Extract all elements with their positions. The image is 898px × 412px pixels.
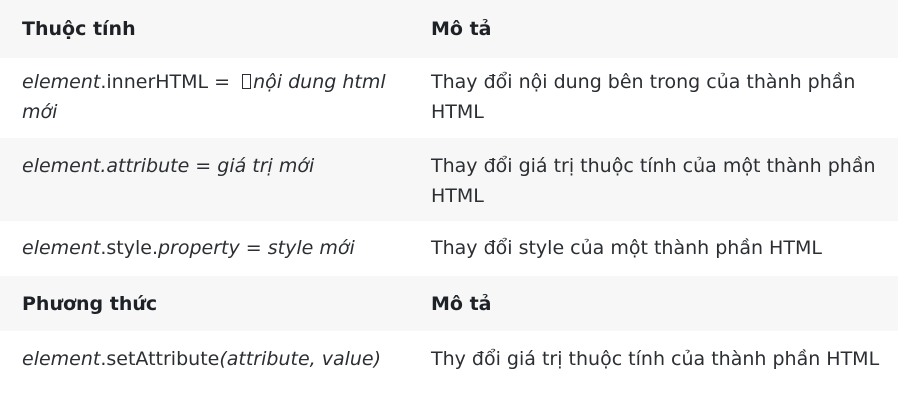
description-cell: Thy đổi giá trị thuộc tính của thành phầ… [431, 348, 880, 370]
header-description: Mô tả [431, 18, 492, 40]
property-value: nội dung html [253, 71, 386, 93]
description-cell: Thay đổi style của một thành phần HTML [431, 237, 822, 259]
header-property: Thuộc tính [22, 18, 136, 40]
header-description: Mô tả [431, 293, 492, 315]
table-header-row: Thuộc tính Mô tả [0, 0, 898, 58]
missing-glyph-icon [242, 74, 252, 89]
description-line: HTML [431, 101, 484, 123]
description-line: Thay đổi nội dung bên trong của thành ph… [431, 71, 856, 93]
table-header-row: Phương thức Mô tả [0, 276, 898, 331]
method-name: .setAttribute [100, 348, 220, 370]
method-cell: element.setAttribute(attribute, value) [22, 344, 402, 374]
description-line: HTML [431, 185, 484, 207]
table-row: element.attribute = giá trị mới Thay đổi… [0, 138, 898, 221]
property-object: element [22, 71, 101, 93]
method-args: (attribute, value) [219, 348, 382, 370]
table-row: element.innerHTML = nội dung html mới Tha… [0, 58, 898, 138]
property-name: .style. [100, 237, 158, 259]
description-line: Thay đổi giá trị thuộc tính của một thàn… [431, 155, 876, 177]
description-cell: Thay đổi nội dung bên trong của thành ph… [431, 67, 881, 127]
header-method: Phương thức [22, 293, 158, 315]
property-object: element [22, 237, 101, 259]
description-cell: Thay đổi giá trị thuộc tính của một thàn… [431, 151, 881, 211]
table-row: element.setAttribute(attribute, value) T… [0, 331, 898, 387]
property-cell: element.innerHTML = nội dung html mới [22, 67, 402, 127]
property-cell: element.attribute = giá trị mới [22, 155, 315, 177]
table-row: element.style.property = style mới Thay … [0, 221, 898, 276]
property-value-cont: mới [22, 101, 58, 123]
property-value: property = style mới [158, 237, 355, 259]
properties-table: Thuộc tính Mô tả element.innerHTML = nội… [0, 0, 898, 387]
method-object: element [22, 348, 101, 370]
property-name: .innerHTML = [100, 71, 237, 93]
property-cell: element.style.property = style mới [22, 233, 402, 263]
